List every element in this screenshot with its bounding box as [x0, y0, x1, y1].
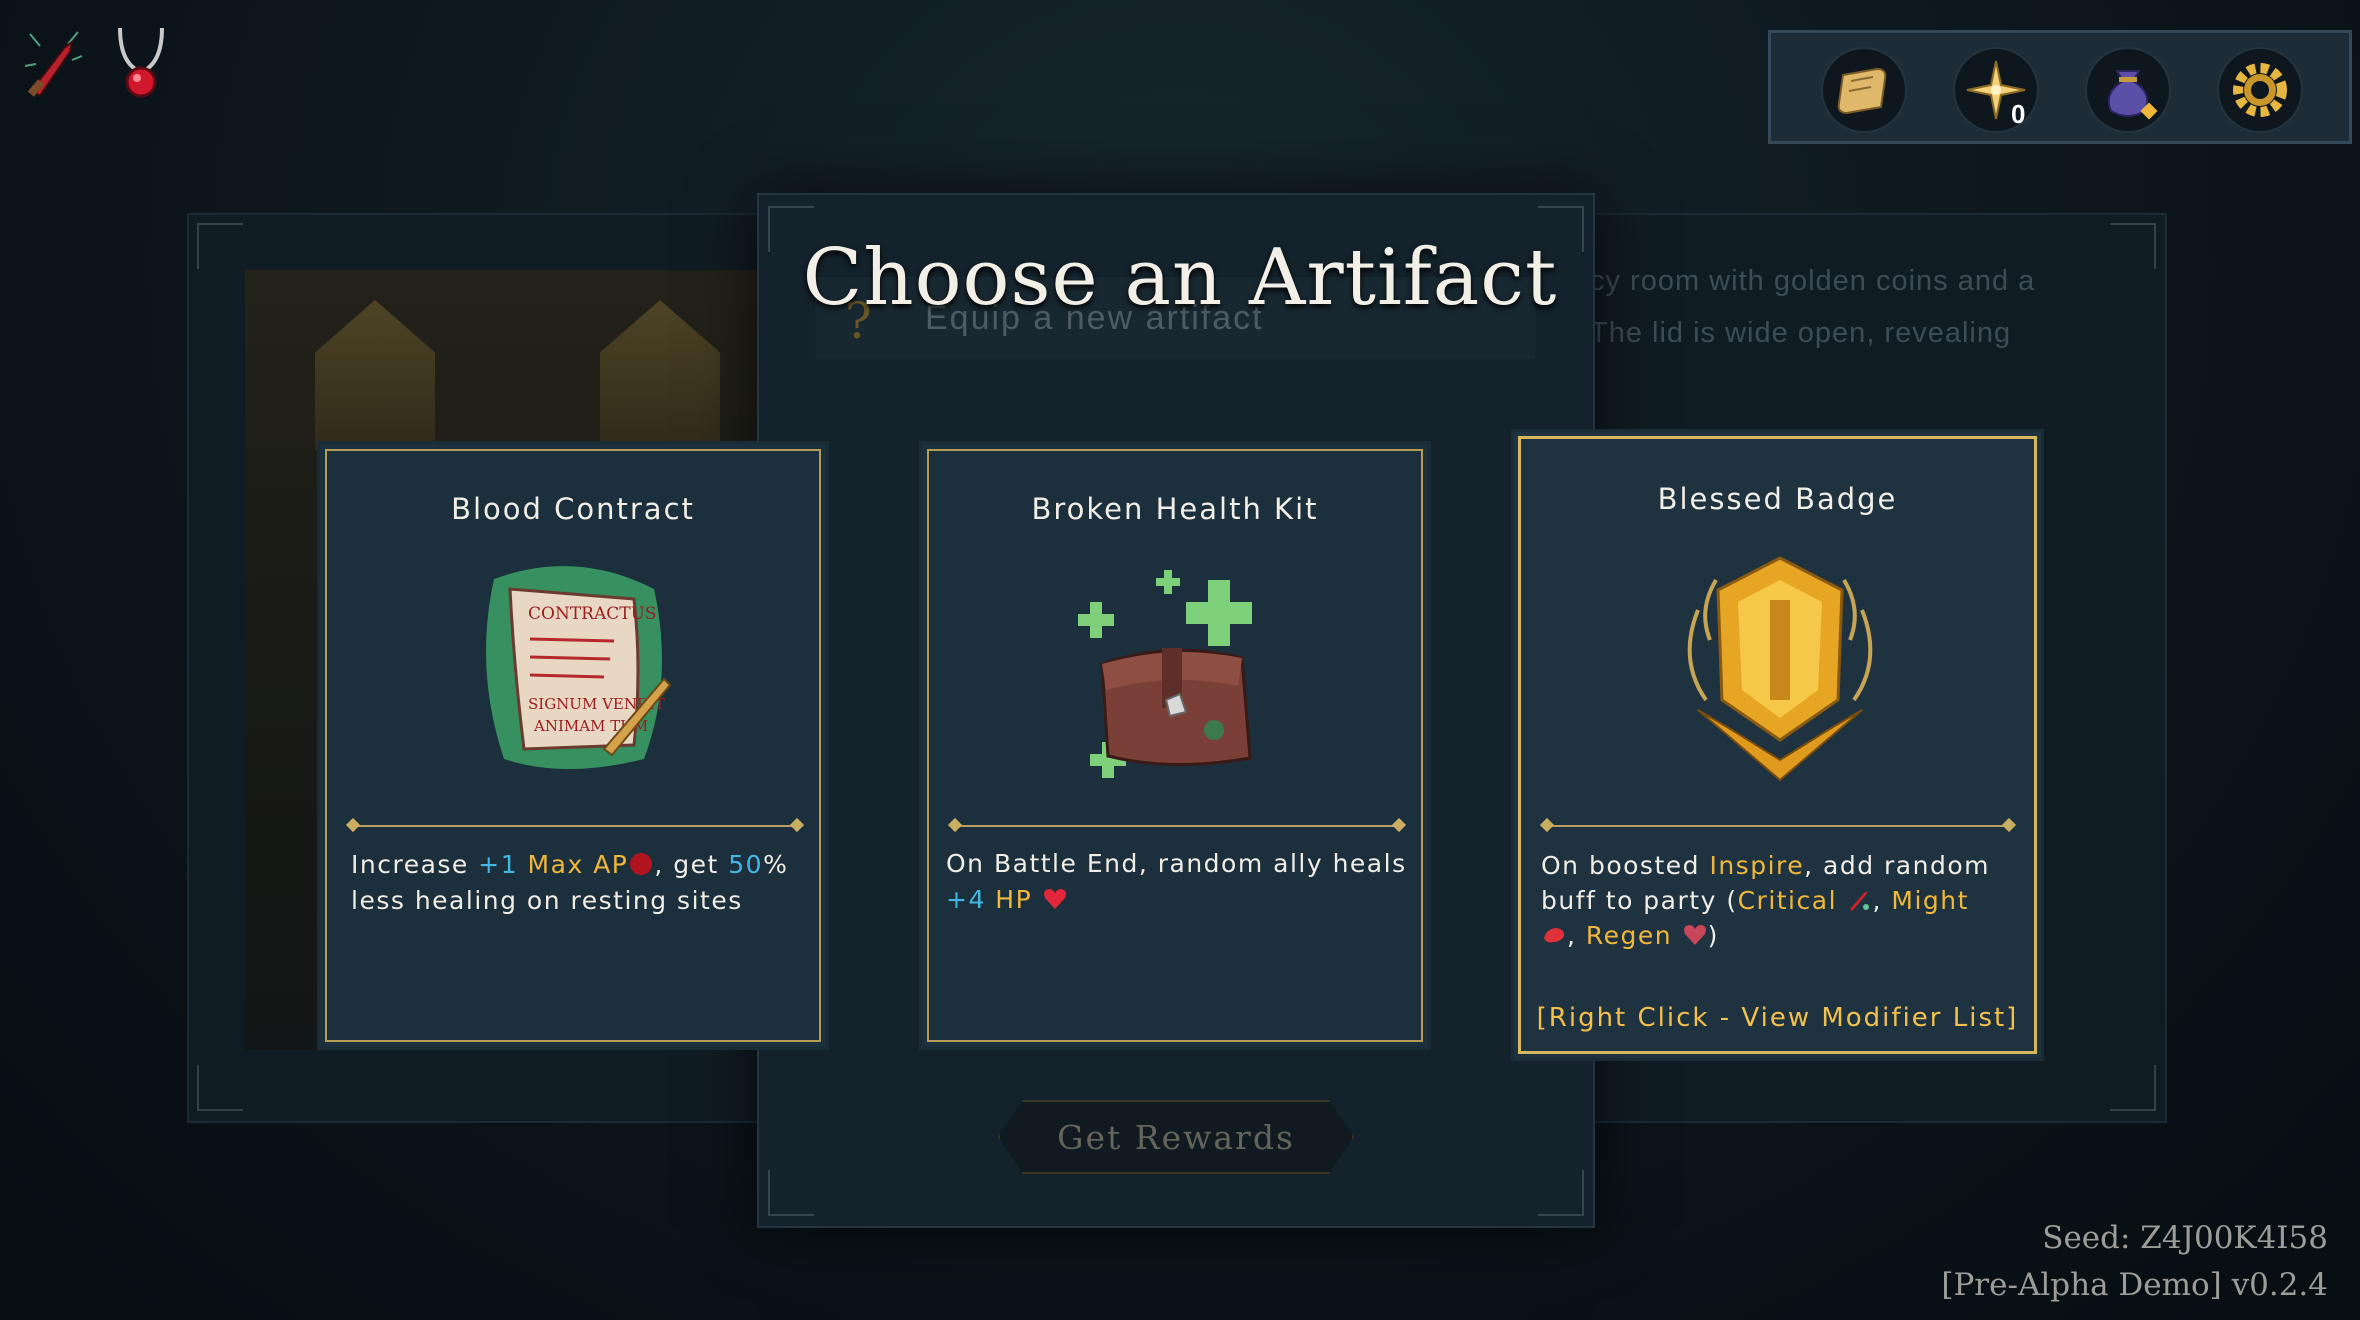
top-toolbar: 0	[1768, 30, 2352, 144]
artifact-card-broken-health-kit[interactable]: Broken Health Kit On Battle End, random …	[919, 441, 1431, 1050]
desc-text: Increase	[351, 850, 479, 879]
equipped-item-dagger[interactable]	[20, 26, 90, 100]
equipped-item-amulet[interactable]	[112, 24, 170, 100]
desc-text: , add random	[1804, 851, 1990, 880]
critical-icon	[1850, 891, 1870, 911]
card-title: Broken Health Kit	[1031, 492, 1319, 526]
broken-health-kit-icon	[1078, 570, 1252, 778]
might-icon	[1544, 928, 1565, 943]
desc-value: +4	[946, 885, 986, 914]
desc-keyword: HP	[985, 885, 1033, 914]
desc-text: On Battle End, random ally heals	[946, 849, 1407, 878]
card-description: Increase +1 Max AP , get 50% less healing…	[351, 847, 811, 919]
svg-text:CONTRACTUS: CONTRACTUS	[528, 604, 657, 624]
desc-keyword: Inspire	[1709, 851, 1805, 880]
loot-bag-icon	[2107, 70, 2158, 120]
desc-value: +1	[478, 850, 519, 879]
desc-keyword: Max AP	[518, 850, 629, 879]
settings-button[interactable]	[2217, 47, 2303, 133]
inventory-button[interactable]	[2085, 47, 2171, 133]
blood-contract-scroll-icon: CONTRACTUS SIGNUM VENDIT ANIMAM TUM	[486, 566, 672, 769]
desc-text: ,	[1567, 921, 1586, 950]
desc-keyword: Regen	[1585, 921, 1673, 950]
desc-text: ,	[1872, 886, 1892, 915]
desc-keyword: Critical	[1737, 886, 1838, 915]
card-description: On Battle End, random ally heals +4 HP	[946, 846, 1416, 918]
desc-text: )	[1707, 921, 1719, 950]
bloodied-dagger-icon	[24, 31, 83, 98]
desc-value: 50	[728, 850, 764, 879]
desc-text: %	[763, 850, 789, 879]
artifact-card-blessed-badge[interactable]: Blessed Badge On boosted Inspire, add ra…	[1511, 429, 2044, 1061]
relic-button[interactable]: 0	[1953, 47, 2039, 133]
desc-text: less healing on resting sites	[351, 886, 743, 915]
ruby-amulet-icon	[118, 27, 164, 98]
seed-label: Seed: Z4J00K4I58	[2042, 1220, 2328, 1256]
desc-text: , get	[654, 850, 729, 879]
get-rewards-button[interactable]: Get Rewards	[998, 1100, 1354, 1174]
heart-icon	[1043, 889, 1066, 909]
panel-corner-ornament	[197, 1065, 243, 1111]
desc-text: buff to party (	[1541, 886, 1738, 915]
version-label: [Pre-Alpha Demo] v0.2.4	[1941, 1267, 2328, 1303]
blessed-badge-icon	[1687, 556, 1873, 782]
view-modifier-list-link[interactable]: [Right Click - View Modifier List]	[1514, 1003, 2041, 1033]
regen-heart-icon	[1683, 925, 1706, 945]
scroll-map-icon	[1837, 67, 1887, 115]
gear-settings-icon	[2233, 63, 2287, 117]
card-title: Blood Contract	[451, 492, 695, 526]
relic-count: 0	[2011, 99, 2026, 129]
modal-title: Choose an Artifact	[802, 233, 1558, 323]
ap-orb-icon	[630, 853, 653, 875]
card-divider	[955, 825, 1399, 827]
artifact-card-blood-contract[interactable]: Blood Contract CONTRACTUS SIGNUM VENDIT …	[317, 441, 829, 1050]
panel-corner-ornament	[2110, 1065, 2156, 1111]
map-button[interactable]	[1821, 47, 1907, 133]
card-title: Blessed Badge	[1657, 482, 1898, 516]
desc-text: On boosted	[1541, 851, 1710, 880]
card-divider	[1547, 825, 2009, 827]
modal-corner-ornament	[1538, 1170, 1584, 1216]
card-description: On boosted Inspire, add random buff to p…	[1541, 848, 2031, 953]
card-divider	[353, 825, 797, 827]
modal-corner-ornament	[768, 1170, 814, 1216]
desc-keyword: Might	[1891, 886, 1969, 915]
